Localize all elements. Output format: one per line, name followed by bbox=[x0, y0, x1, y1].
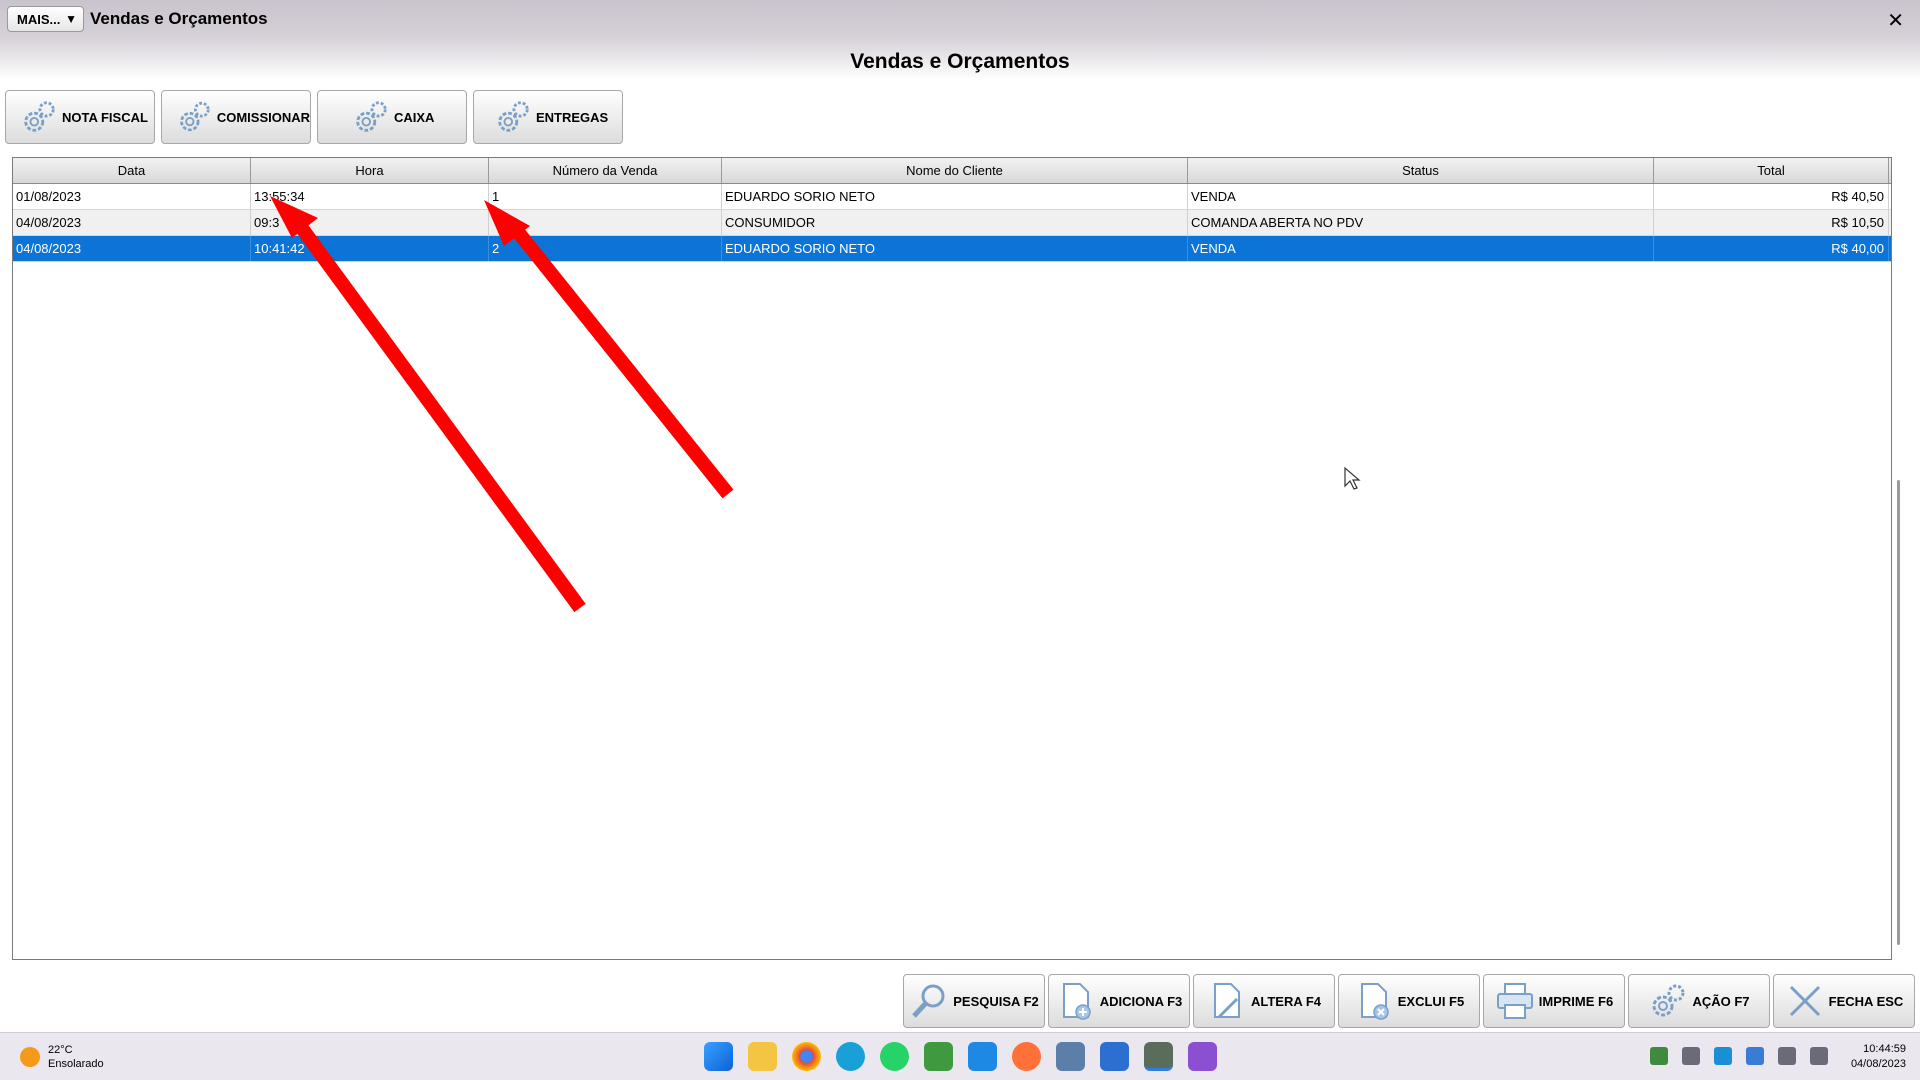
nota-fiscal-button[interactable]: NOTA FISCAL bbox=[5, 90, 155, 144]
notepad-icon[interactable] bbox=[1100, 1042, 1129, 1071]
cell-total: R$ 10,50 bbox=[1654, 210, 1889, 235]
altera-button[interactable]: ALTERA F4 bbox=[1193, 974, 1335, 1028]
entregas-label: ENTREGAS bbox=[536, 109, 609, 125]
imprime-label: IMPRIME F6 bbox=[1538, 993, 1614, 1009]
firefox-icon[interactable] bbox=[1012, 1042, 1041, 1071]
cell-numero: 2 bbox=[489, 236, 722, 261]
cloud-icon[interactable] bbox=[1746, 1047, 1764, 1065]
column-header-numero[interactable]: Número da Venda bbox=[489, 158, 722, 183]
adiciona-label: ADICIONA F3 bbox=[1099, 993, 1183, 1009]
cell-hora: 10:41:42 bbox=[251, 236, 489, 261]
usb-icon[interactable] bbox=[1682, 1047, 1700, 1065]
comissionar-button[interactable]: COMISSIONAR bbox=[161, 90, 311, 144]
title-bar: MAIS... ▼ Vendas e Orçamentos ✕ bbox=[0, 0, 1920, 38]
whatsapp-icon[interactable] bbox=[880, 1042, 909, 1071]
page-title: Vendas e Orçamentos bbox=[850, 50, 1070, 73]
cell-numero bbox=[489, 210, 722, 235]
gear-icon bbox=[356, 101, 387, 132]
sales-grid[interactable]: Data Hora Número da Venda Nome do Client… bbox=[12, 157, 1892, 960]
security-icon[interactable] bbox=[1714, 1047, 1732, 1065]
fecha-label: FECHA ESC bbox=[1828, 993, 1904, 1009]
printer-icon bbox=[1496, 983, 1533, 1019]
adiciona-button[interactable]: ADICIONA F3 bbox=[1048, 974, 1190, 1028]
gear-icon bbox=[180, 101, 210, 132]
column-header-total[interactable]: Total bbox=[1654, 158, 1889, 183]
nota-fiscal-label: NOTA FISCAL bbox=[62, 109, 148, 125]
gear-icon bbox=[1652, 984, 1685, 1017]
weather-temperature: 22°C bbox=[48, 1044, 73, 1056]
cell-hora: 09:3 bbox=[251, 210, 489, 235]
cell-cliente: CONSUMIDOR bbox=[722, 210, 1188, 235]
clock-time: 10:44:59 bbox=[1863, 1043, 1906, 1055]
table-row[interactable]: 01/08/2023 13:55:34 1 EDUARDO SORIO NETO… bbox=[13, 184, 1891, 210]
taskbar: 22°C Ensolarado 10:44:59 04/08/2023 bbox=[0, 1032, 1920, 1080]
exclui-button[interactable]: EXCLUI F5 bbox=[1338, 974, 1480, 1028]
network-icon[interactable] bbox=[1778, 1047, 1796, 1065]
entregas-button[interactable]: ENTREGAS bbox=[473, 90, 623, 144]
table-row[interactable]: 04/08/2023 09:3 CONSUMIDOR COMANDA ABERT… bbox=[13, 210, 1891, 236]
fecha-button[interactable]: FECHA ESC bbox=[1773, 974, 1915, 1028]
add-document-icon bbox=[1062, 983, 1091, 1020]
acao-label: AÇÃO F7 bbox=[1692, 993, 1750, 1009]
altera-label: ALTERA F4 bbox=[1250, 993, 1322, 1009]
cell-data: 04/08/2023 bbox=[13, 236, 251, 261]
system-tray bbox=[1650, 1047, 1828, 1065]
cell-cliente: EDUARDO SORIO NETO bbox=[722, 184, 1188, 209]
column-header-cliente[interactable]: Nome do Cliente bbox=[722, 158, 1188, 183]
edge-icon[interactable] bbox=[836, 1042, 865, 1071]
imprime-button[interactable]: IMPRIME F6 bbox=[1483, 974, 1625, 1028]
dropdown-arrow-icon: ▼ bbox=[65, 12, 77, 26]
table-row-selected[interactable]: 04/08/2023 10:41:42 2 EDUARDO SORIO NETO… bbox=[13, 236, 1891, 262]
cell-status: VENDA bbox=[1188, 184, 1654, 209]
volume-icon[interactable] bbox=[1810, 1047, 1828, 1065]
column-header-status[interactable]: Status bbox=[1188, 158, 1654, 183]
delete-document-icon bbox=[1360, 983, 1389, 1020]
caixa-label: CAIXA bbox=[394, 109, 435, 125]
spreadsheet-icon[interactable] bbox=[924, 1042, 953, 1071]
cell-numero: 1 bbox=[489, 184, 722, 209]
file-explorer-icon[interactable] bbox=[748, 1042, 777, 1071]
comissionar-label: COMISSIONAR bbox=[216, 109, 310, 125]
weather-widget[interactable]: 22°C Ensolarado bbox=[20, 1043, 104, 1071]
cell-data: 04/08/2023 bbox=[13, 210, 251, 235]
close-icon[interactable]: ✕ bbox=[1887, 8, 1904, 33]
chrome-icon[interactable] bbox=[792, 1042, 821, 1071]
taskbar-apps bbox=[704, 1042, 1217, 1071]
cell-status: COMANDA ABERTA NO PDV bbox=[1188, 210, 1654, 235]
grid-header: Data Hora Número da Venda Nome do Client… bbox=[13, 158, 1891, 184]
column-header-hora[interactable]: Hora bbox=[251, 158, 489, 183]
caixa-button[interactable]: CAIXA bbox=[317, 90, 467, 144]
pesquisa-button[interactable]: PESQUISA F2 bbox=[903, 974, 1045, 1028]
edit-document-icon bbox=[1213, 983, 1240, 1019]
cell-total: R$ 40,50 bbox=[1654, 184, 1889, 209]
cell-hora: 13:55:34 bbox=[251, 184, 489, 209]
close-icon bbox=[1789, 985, 1820, 1017]
settings-icon[interactable] bbox=[1056, 1042, 1085, 1071]
exclui-label: EXCLUI F5 bbox=[1397, 993, 1465, 1009]
magnifier-icon bbox=[912, 984, 945, 1018]
cell-data: 01/08/2023 bbox=[13, 184, 251, 209]
window-title: Vendas e Orçamentos bbox=[90, 9, 268, 28]
cell-status: VENDA bbox=[1188, 236, 1654, 261]
sun-icon bbox=[20, 1047, 40, 1067]
windows-start-icon[interactable] bbox=[704, 1042, 733, 1071]
erp-app-icon[interactable] bbox=[1144, 1042, 1173, 1071]
weather-condition: Ensolarado bbox=[48, 1058, 104, 1070]
clock[interactable]: 10:44:59 04/08/2023 bbox=[1851, 1042, 1906, 1072]
clock-date: 04/08/2023 bbox=[1850, 1058, 1906, 1070]
mais-menu-label: MAIS... bbox=[17, 11, 61, 27]
pesquisa-label: PESQUISA F2 bbox=[953, 993, 1039, 1009]
mais-menu-button[interactable]: MAIS... ▼ bbox=[7, 6, 84, 32]
cell-total: R$ 40,00 bbox=[1654, 236, 1889, 261]
gear-icon bbox=[498, 101, 529, 132]
column-header-data[interactable]: Data bbox=[13, 158, 251, 183]
cell-cliente: EDUARDO SORIO NETO bbox=[722, 236, 1188, 261]
vertical-scrollbar[interactable] bbox=[1897, 480, 1900, 945]
gear-icon bbox=[24, 101, 55, 132]
acao-button[interactable]: AÇÃO F7 bbox=[1628, 974, 1770, 1028]
tray-app-icon[interactable] bbox=[1650, 1047, 1668, 1065]
video-editor-icon[interactable] bbox=[1188, 1042, 1217, 1071]
mail-icon[interactable] bbox=[968, 1042, 997, 1071]
